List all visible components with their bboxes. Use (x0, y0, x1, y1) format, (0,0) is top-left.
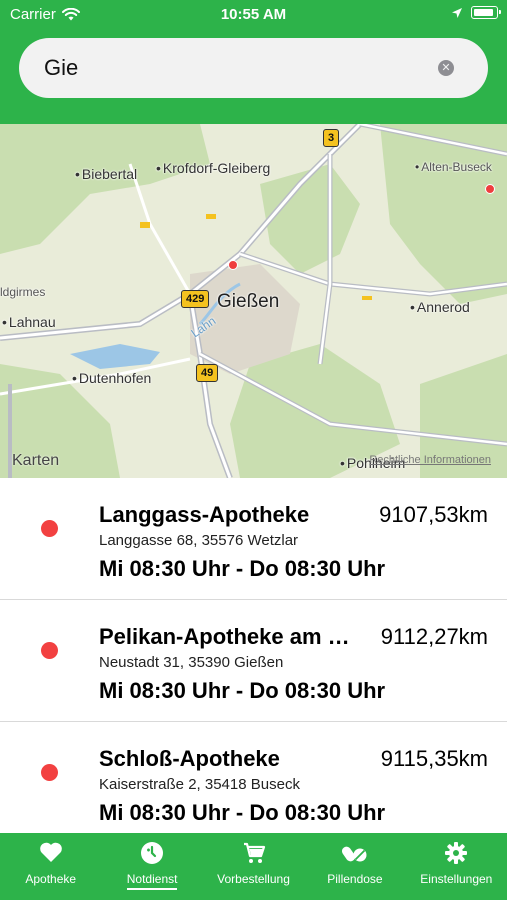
gear-icon (406, 841, 507, 865)
pharmacy-name: Schloß-Apotheke (99, 746, 280, 771)
route-shield-3: 3 (323, 129, 340, 147)
list-item[interactable]: Pelikan-Apotheke am Markt 9112,27km Neus… (0, 600, 507, 722)
cart-icon (203, 841, 304, 865)
map-label-alten-buseck: Alten-Buseck (415, 160, 492, 174)
map-label-giessen: Gießen (217, 291, 280, 312)
pharmacy-address: Langgasse 68, 35576 Wetzlar (99, 532, 299, 549)
status-bar: Carrier 10:55 AM (0, 0, 507, 30)
tab-notdienst[interactable]: Notdienst (101, 833, 202, 900)
pharmacy-list[interactable]: Langgass-Apotheke 9107,53km Langgasse 68… (0, 478, 507, 833)
search-input[interactable]: Gie (44, 55, 78, 81)
map-label-lahnau: Lahnau (2, 314, 56, 330)
heart-icon (0, 841, 101, 865)
map-label-krofdorf: Krofdorf-Gleiberg (156, 160, 270, 176)
tab-label: Notdienst (126, 872, 178, 890)
list-item[interactable]: Schloß-Apotheke 9115,35km Kaiserstraße 2… (0, 722, 507, 833)
map-pin[interactable] (485, 184, 495, 194)
map-label-biebertal: Biebertal (75, 166, 137, 182)
map-label-dgirmes: ldgirmes (0, 285, 46, 299)
list-item[interactable]: Langgass-Apotheke 9107,53km Langgasse 68… (0, 478, 507, 600)
medical-clock-icon (101, 841, 202, 865)
route-shield-49: 49 (196, 364, 219, 382)
location-arrow-icon (452, 7, 462, 18)
maps-credit-label: Karten (12, 452, 60, 469)
status-dot (41, 520, 58, 537)
tab-pillendose[interactable]: Pillendose (304, 833, 405, 900)
tab-apotheke[interactable]: Apotheke (0, 833, 101, 900)
pharmacy-name: Pelikan-Apotheke am Markt (99, 624, 357, 649)
tab-label: Pillendose (327, 872, 383, 886)
tab-label: Vorbestellung (217, 872, 290, 886)
map-view[interactable]: Alten-Buseck Biebertal Krofdorf-Gleiberg… (0, 124, 507, 478)
pharmacy-distance: 9115,35km (380, 746, 488, 771)
tab-vorbestellung[interactable]: Vorbestellung (203, 833, 304, 900)
clock: 10:55 AM (220, 6, 287, 23)
status-dot (41, 764, 58, 781)
pharmacy-hours: Mi 08:30 Uhr - Do 08:30 Uhr (99, 800, 386, 825)
tab-einstellungen[interactable]: Einstellungen (406, 833, 507, 900)
map-label-annerod: Annerod (410, 299, 470, 315)
pharmacy-hours: Mi 08:30 Uhr - Do 08:30 Uhr (99, 556, 386, 581)
clear-search-icon[interactable]: ✕ (438, 60, 454, 76)
status-dot (41, 642, 58, 659)
pharmacy-hours: Mi 08:30 Uhr - Do 08:30 Uhr (99, 678, 386, 703)
tab-bar: Apotheke Notdienst Vorbestellung Pillend… (0, 833, 507, 900)
pills-icon (304, 841, 405, 865)
tab-label: Apotheke (25, 872, 77, 886)
route-shield-429: 429 (181, 290, 210, 308)
battery-icon (471, 6, 501, 19)
pharmacy-name: Langgass-Apotheke (99, 502, 310, 527)
search-field[interactable]: Gie ✕ (19, 38, 488, 98)
tab-label-wrap: Notdienst (101, 872, 202, 890)
header: Carrier 10:55 AM Gie ✕ (0, 0, 507, 124)
maps-credit: Karten (12, 452, 59, 470)
status-indicators (451, 6, 501, 19)
pharmacy-address: Neustadt 31, 35390 Gießen (99, 654, 284, 671)
pharmacy-distance: 9112,27km (380, 624, 488, 649)
map-pin[interactable] (228, 260, 238, 270)
legal-link[interactable]: Rechtliche Informationen (369, 454, 491, 466)
pharmacy-address: Kaiserstraße 2, 35418 Buseck (99, 776, 300, 793)
map-label-dutenhofen: Dutenhofen (72, 370, 151, 386)
pharmacy-distance: 9107,53km (379, 502, 488, 527)
tab-label: Einstellungen (420, 872, 493, 886)
